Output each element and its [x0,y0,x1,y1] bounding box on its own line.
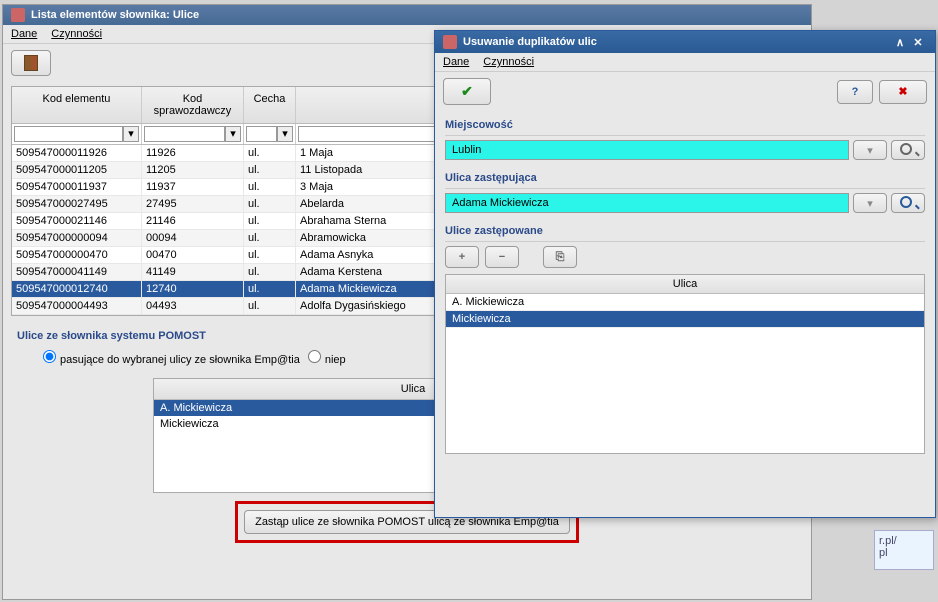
cancel-button[interactable]: ✖ [879,80,927,104]
filter-cecha-dd[interactable]: ▾ [277,126,293,142]
magnifier-icon [900,196,917,211]
col-cecha[interactable]: Cecha [244,87,296,123]
dialog-close-icon[interactable]: ✕ [909,36,927,49]
main-titlebar[interactable]: Lista elementów słownika: Ulice [3,5,811,25]
replaced-col[interactable]: Ulica [446,275,924,294]
help-button[interactable]: ? [837,80,873,104]
down-icon: ▾ [867,197,873,210]
ulica-zast-search-button[interactable] [891,193,925,213]
check-icon: ✔ [461,83,473,100]
filter-spr[interactable] [144,126,225,142]
copy-button[interactable]: ⎘ [543,246,577,268]
add-button[interactable]: + [445,246,479,268]
ulica-zast-down-button[interactable]: ▾ [853,193,887,213]
cancel-icon: ✖ [898,85,907,98]
dialog-toolbar: ✔ ? ✖ [435,72,935,111]
duplicates-dialog: Usuwanie duplikatów ulic ∧ ✕ Dane Czynno… [434,30,936,518]
col-spr[interactable]: Kod sprawozdawczy [142,87,244,123]
dialog-body: Miejscowość Lublin ▾ Ulica zastępująca A… [435,111,935,458]
app-icon [11,8,25,22]
main-title: Lista elementów słownika: Ulice [31,9,199,21]
list-item[interactable]: A. Mickiewicza [446,294,924,311]
door-icon [24,55,38,71]
miejscowosc-down-button[interactable]: ▾ [853,140,887,160]
replaced-body: A. MickiewiczaMickiewicza [446,294,924,328]
dlg-menu-dane[interactable]: Dane [443,56,469,68]
help-icon: ? [852,86,859,98]
exit-button[interactable] [11,50,51,76]
miejscowosc-input[interactable]: Lublin [445,140,849,160]
dialog-title: Usuwanie duplikatów ulic [463,36,597,48]
miejscowosc-search-button[interactable] [891,140,925,160]
replaced-grid: Ulica A. MickiewiczaMickiewicza [445,274,925,454]
dialog-icon [443,35,457,49]
side-strip: r.pl/ pl [874,530,934,570]
filter-kod[interactable] [14,126,123,142]
ok-button[interactable]: ✔ [443,78,491,105]
ulice-zastep-label: Ulice zastępowane [445,221,925,242]
menu-czynnosci[interactable]: Czynności [51,28,102,40]
dialog-min-icon[interactable]: ∧ [891,36,909,49]
list-item[interactable]: Mickiewicza [446,311,924,328]
mini-buttons: + − ⎘ [445,246,925,268]
dialog-menubar: Dane Czynności [435,53,935,72]
filter-cecha[interactable] [246,126,277,142]
radio-matching[interactable]: pasujące do wybranej ulicy ze słownika E… [43,350,300,366]
ulica-zast-label: Ulica zastępująca [445,168,925,189]
col-kod[interactable]: Kod elementu [12,87,142,123]
magnifier-icon [900,143,917,158]
dialog-titlebar[interactable]: Usuwanie duplikatów ulic ∧ ✕ [435,31,935,53]
filter-spr-dd[interactable]: ▾ [225,126,241,142]
radio-nonmatching[interactable]: niep [308,350,346,366]
radio-matching-input[interactable] [43,350,56,363]
ulica-zast-input[interactable]: Adama Mickiewicza [445,193,849,213]
radio-nonmatching-input[interactable] [308,350,321,363]
dlg-menu-czynnosci[interactable]: Czynności [483,56,534,68]
remove-button[interactable]: − [485,246,519,268]
miejscowosc-label: Miejscowość [445,115,925,136]
down-icon: ▾ [867,144,873,157]
filter-kod-dd[interactable]: ▾ [123,126,139,142]
menu-dane[interactable]: Dane [11,28,37,40]
